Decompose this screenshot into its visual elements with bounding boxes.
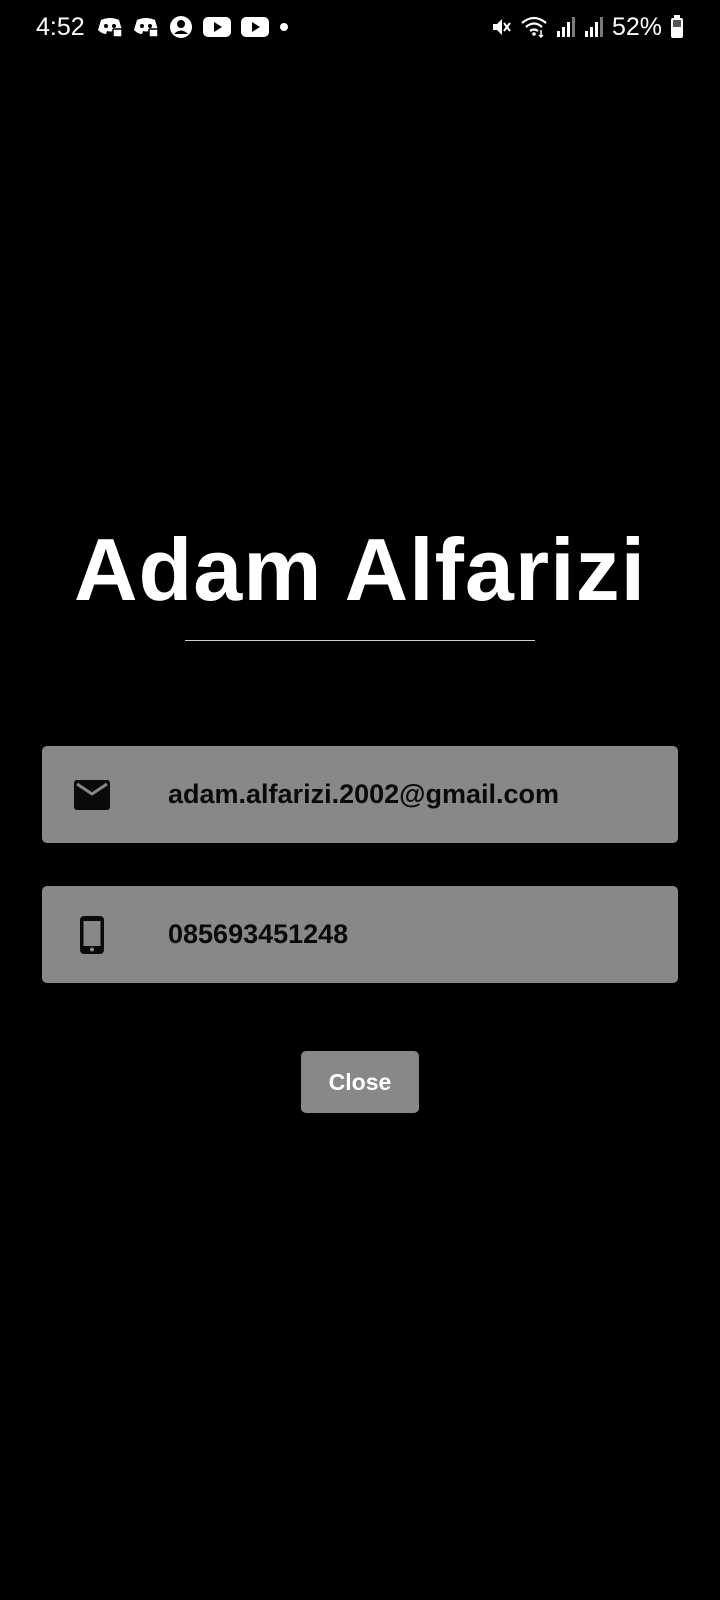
battery-icon <box>670 15 684 39</box>
youtube-icon <box>202 17 231 37</box>
account-circle-icon <box>169 15 193 39</box>
email-card: adam.alfarizi.2002@gmail.com <box>42 746 678 843</box>
battery-percent: 52% <box>611 12 662 41</box>
email-value[interactable]: adam.alfarizi.2002@gmail.com <box>168 746 559 843</box>
discord-icon <box>133 16 159 38</box>
wifi-icon <box>520 16 548 38</box>
status-bar-left: 4:52 <box>36 10 289 44</box>
profile-name: Adam Alfarizi <box>73 520 647 619</box>
mute-icon <box>490 16 512 38</box>
signal-icon <box>556 16 576 38</box>
status-bar: 4:52 52% <box>0 0 720 54</box>
signal-icon <box>584 16 604 38</box>
status-bar-right: 52% <box>490 10 684 44</box>
name-divider <box>185 640 535 641</box>
close-button[interactable]: Close <box>301 1051 419 1113</box>
notification-dot-icon <box>279 22 289 32</box>
smartphone-icon <box>70 886 114 983</box>
status-time: 4:52 <box>36 12 85 41</box>
phone-value[interactable]: 085693451248 <box>168 886 348 983</box>
youtube-icon <box>240 17 269 37</box>
email-icon <box>70 746 114 843</box>
discord-icon <box>97 16 123 38</box>
phone-card: 085693451248 <box>42 886 678 983</box>
